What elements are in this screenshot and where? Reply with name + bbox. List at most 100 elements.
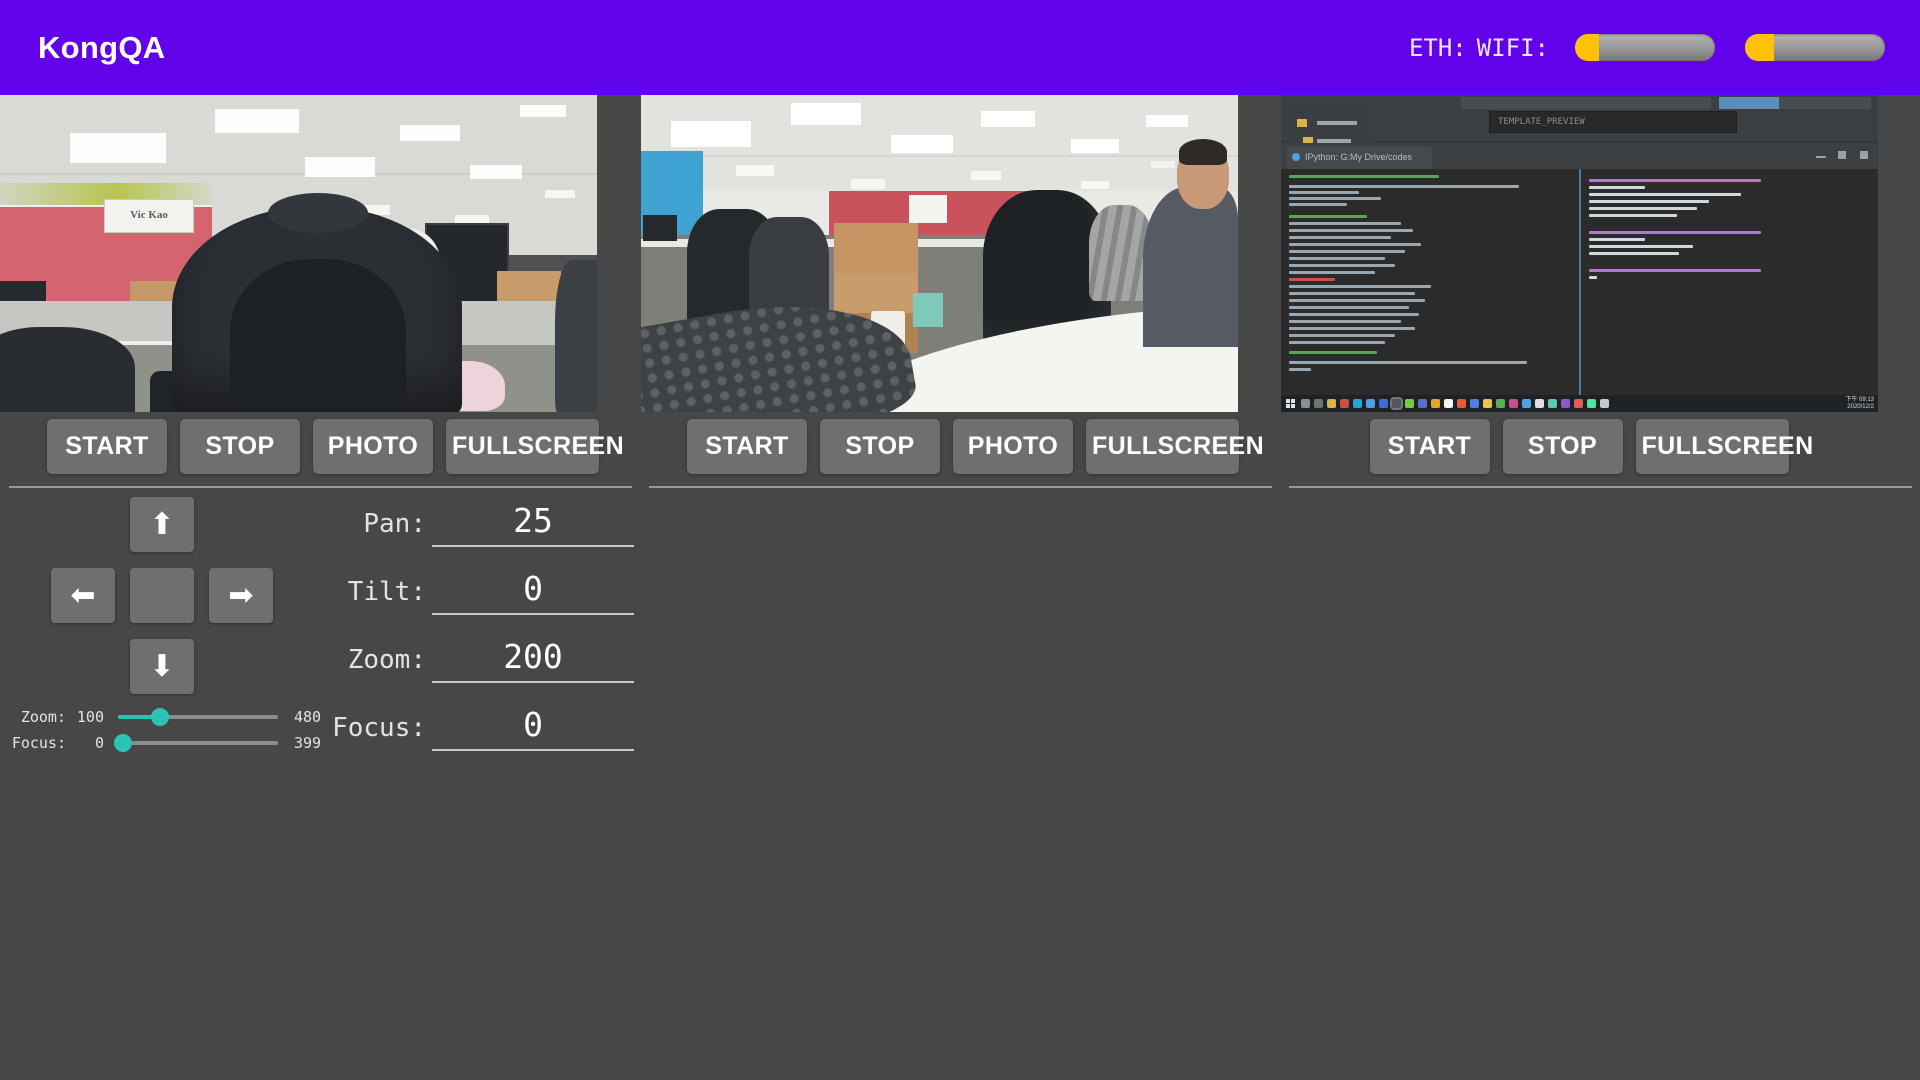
taskbar-app-icon (1548, 399, 1557, 408)
camera-2-panel: START STOP PHOTO FULLSCREEN (640, 95, 1280, 1080)
console-text-line (1589, 179, 1761, 182)
fullscreen-button[interactable]: FULLSCREEN (1636, 419, 1789, 474)
stop-button[interactable]: STOP (820, 419, 940, 474)
focus-field-input[interactable]: 0 (432, 705, 634, 751)
console-text-line (1289, 271, 1375, 274)
console-text-line (1289, 175, 1439, 178)
taskbar-clock: 下午 09:13 2020/12/2 (1845, 397, 1874, 411)
kongqa-app: KongQA ETH: WIFI: Vic Kao (0, 0, 1920, 1080)
console-text-line (1289, 222, 1401, 225)
console-text-line (1589, 276, 1597, 279)
ptz-control-panel: ⬆ ⬅ ➡ ⬇ Zoom: 100 480 Focus: 0 (0, 495, 640, 785)
eth-signal-bar (1575, 34, 1715, 61)
console-text-line (1289, 250, 1405, 253)
console-text-line (1289, 278, 1335, 281)
console-text-line (1289, 264, 1395, 267)
console-text-line (1289, 334, 1395, 337)
console-text-line (1589, 207, 1697, 210)
pane-splitter (1579, 169, 1581, 395)
focus-field-label: Focus: (286, 713, 426, 743)
eth-label: ETH: (1409, 34, 1467, 62)
windows-taskbar: 下午 09:13 2020/12/2 (1281, 395, 1878, 412)
console-output (1281, 169, 1878, 395)
camera-1-feed: Vic Kao (0, 95, 597, 412)
taskbar-app-icon (1314, 399, 1323, 408)
console-text-line (1589, 186, 1645, 189)
taskbar-app-icon (1444, 399, 1453, 408)
console-text-line (1289, 313, 1419, 316)
taskbar-app-icon (1405, 399, 1414, 408)
window-controls-icons (1816, 151, 1870, 159)
chair-edge (555, 260, 597, 412)
taskbar-app-icon (1379, 399, 1388, 408)
console-text-line (1589, 245, 1693, 248)
taskbar-app-icon (1327, 399, 1336, 408)
taskbar-app-icon (1496, 399, 1505, 408)
office-chair (0, 327, 135, 412)
divider (1289, 486, 1912, 488)
console-text-line (1289, 292, 1415, 295)
ptz-fields: Pan: 25 Tilt: 0 Zoom: 200 Focus: 0 (0, 415, 640, 795)
console-text-line (1589, 214, 1677, 217)
taskbar-app-icon (1431, 399, 1440, 408)
app-title: KongQA (38, 30, 166, 66)
console-text-line (1289, 197, 1381, 200)
app-header: KongQA ETH: WIFI: (0, 0, 1920, 95)
start-button[interactable]: START (687, 419, 807, 474)
taskbar-app-icon (1483, 399, 1492, 408)
fullscreen-button[interactable]: FULLSCREEN (1086, 419, 1239, 474)
taskbar-app-icon (1301, 399, 1310, 408)
console-text-line (1589, 238, 1645, 241)
tilt-field-label: Tilt: (286, 577, 426, 607)
windows-start-icon (1286, 399, 1295, 408)
ide-search-field: TEMPLATE_PREVIEW (1489, 111, 1737, 133)
network-status: ETH: WIFI: (1409, 0, 1885, 95)
console-text-line (1289, 351, 1377, 354)
console-text-line (1289, 320, 1401, 323)
console-text-line (1289, 368, 1311, 371)
console-text-line (1289, 215, 1367, 218)
console-window-titlebar: IPython: G:My Drive/codes (1281, 143, 1878, 169)
console-text-line (1289, 341, 1385, 344)
person-body (1143, 187, 1238, 347)
clock-time: 下午 09:13 (1845, 397, 1874, 404)
taskbar-app-icon (1561, 399, 1570, 408)
console-text-line (1589, 193, 1741, 196)
camera-3-feed: TEMPLATE_PREVIEW IPython: G:My Drive/cod… (1281, 95, 1878, 412)
console-text-line (1289, 306, 1409, 309)
console-text-line (1289, 361, 1527, 364)
taskbar-app-icon (1600, 399, 1609, 408)
console-text-line (1289, 243, 1421, 246)
taskbar-app-icon (1470, 399, 1479, 408)
tilt-field-input[interactable]: 0 (432, 569, 634, 615)
pan-field-input[interactable]: 25 (432, 501, 634, 547)
console-text-line (1289, 257, 1385, 260)
console-text-line (1289, 285, 1431, 288)
console-text-line (1289, 299, 1425, 302)
taskbar-app-icon (1522, 399, 1531, 408)
console-text-line (1289, 229, 1413, 232)
console-text-line (1289, 236, 1391, 239)
taskbar-app-icon (1418, 399, 1427, 408)
name-plate: Vic Kao (104, 199, 194, 233)
photo-button[interactable]: PHOTO (953, 419, 1073, 474)
stop-button[interactable]: STOP (1503, 419, 1623, 474)
start-button[interactable]: START (1370, 419, 1490, 474)
taskbar-app-icon (1509, 399, 1518, 408)
wifi-signal-bar (1745, 34, 1885, 61)
clock-date: 2020/12/2 (1845, 404, 1874, 411)
console-text-line (1289, 203, 1347, 206)
console-text-line (1589, 200, 1709, 203)
taskbar-app-icon (1587, 399, 1596, 408)
camera-2-feed (641, 95, 1238, 412)
eth-signal-fill (1575, 34, 1599, 61)
camera-3-controls: START STOP FULLSCREEN (1280, 419, 1878, 474)
box (913, 293, 943, 327)
person-head (1177, 143, 1229, 209)
taskbar-app-icon (1574, 399, 1583, 408)
zoom-field-input[interactable]: 200 (432, 637, 634, 683)
wifi-signal-fill (1745, 34, 1774, 61)
console-text-line (1589, 269, 1761, 272)
taskbar-app-icon (1353, 399, 1362, 408)
taskbar-app-icon (1340, 399, 1349, 408)
